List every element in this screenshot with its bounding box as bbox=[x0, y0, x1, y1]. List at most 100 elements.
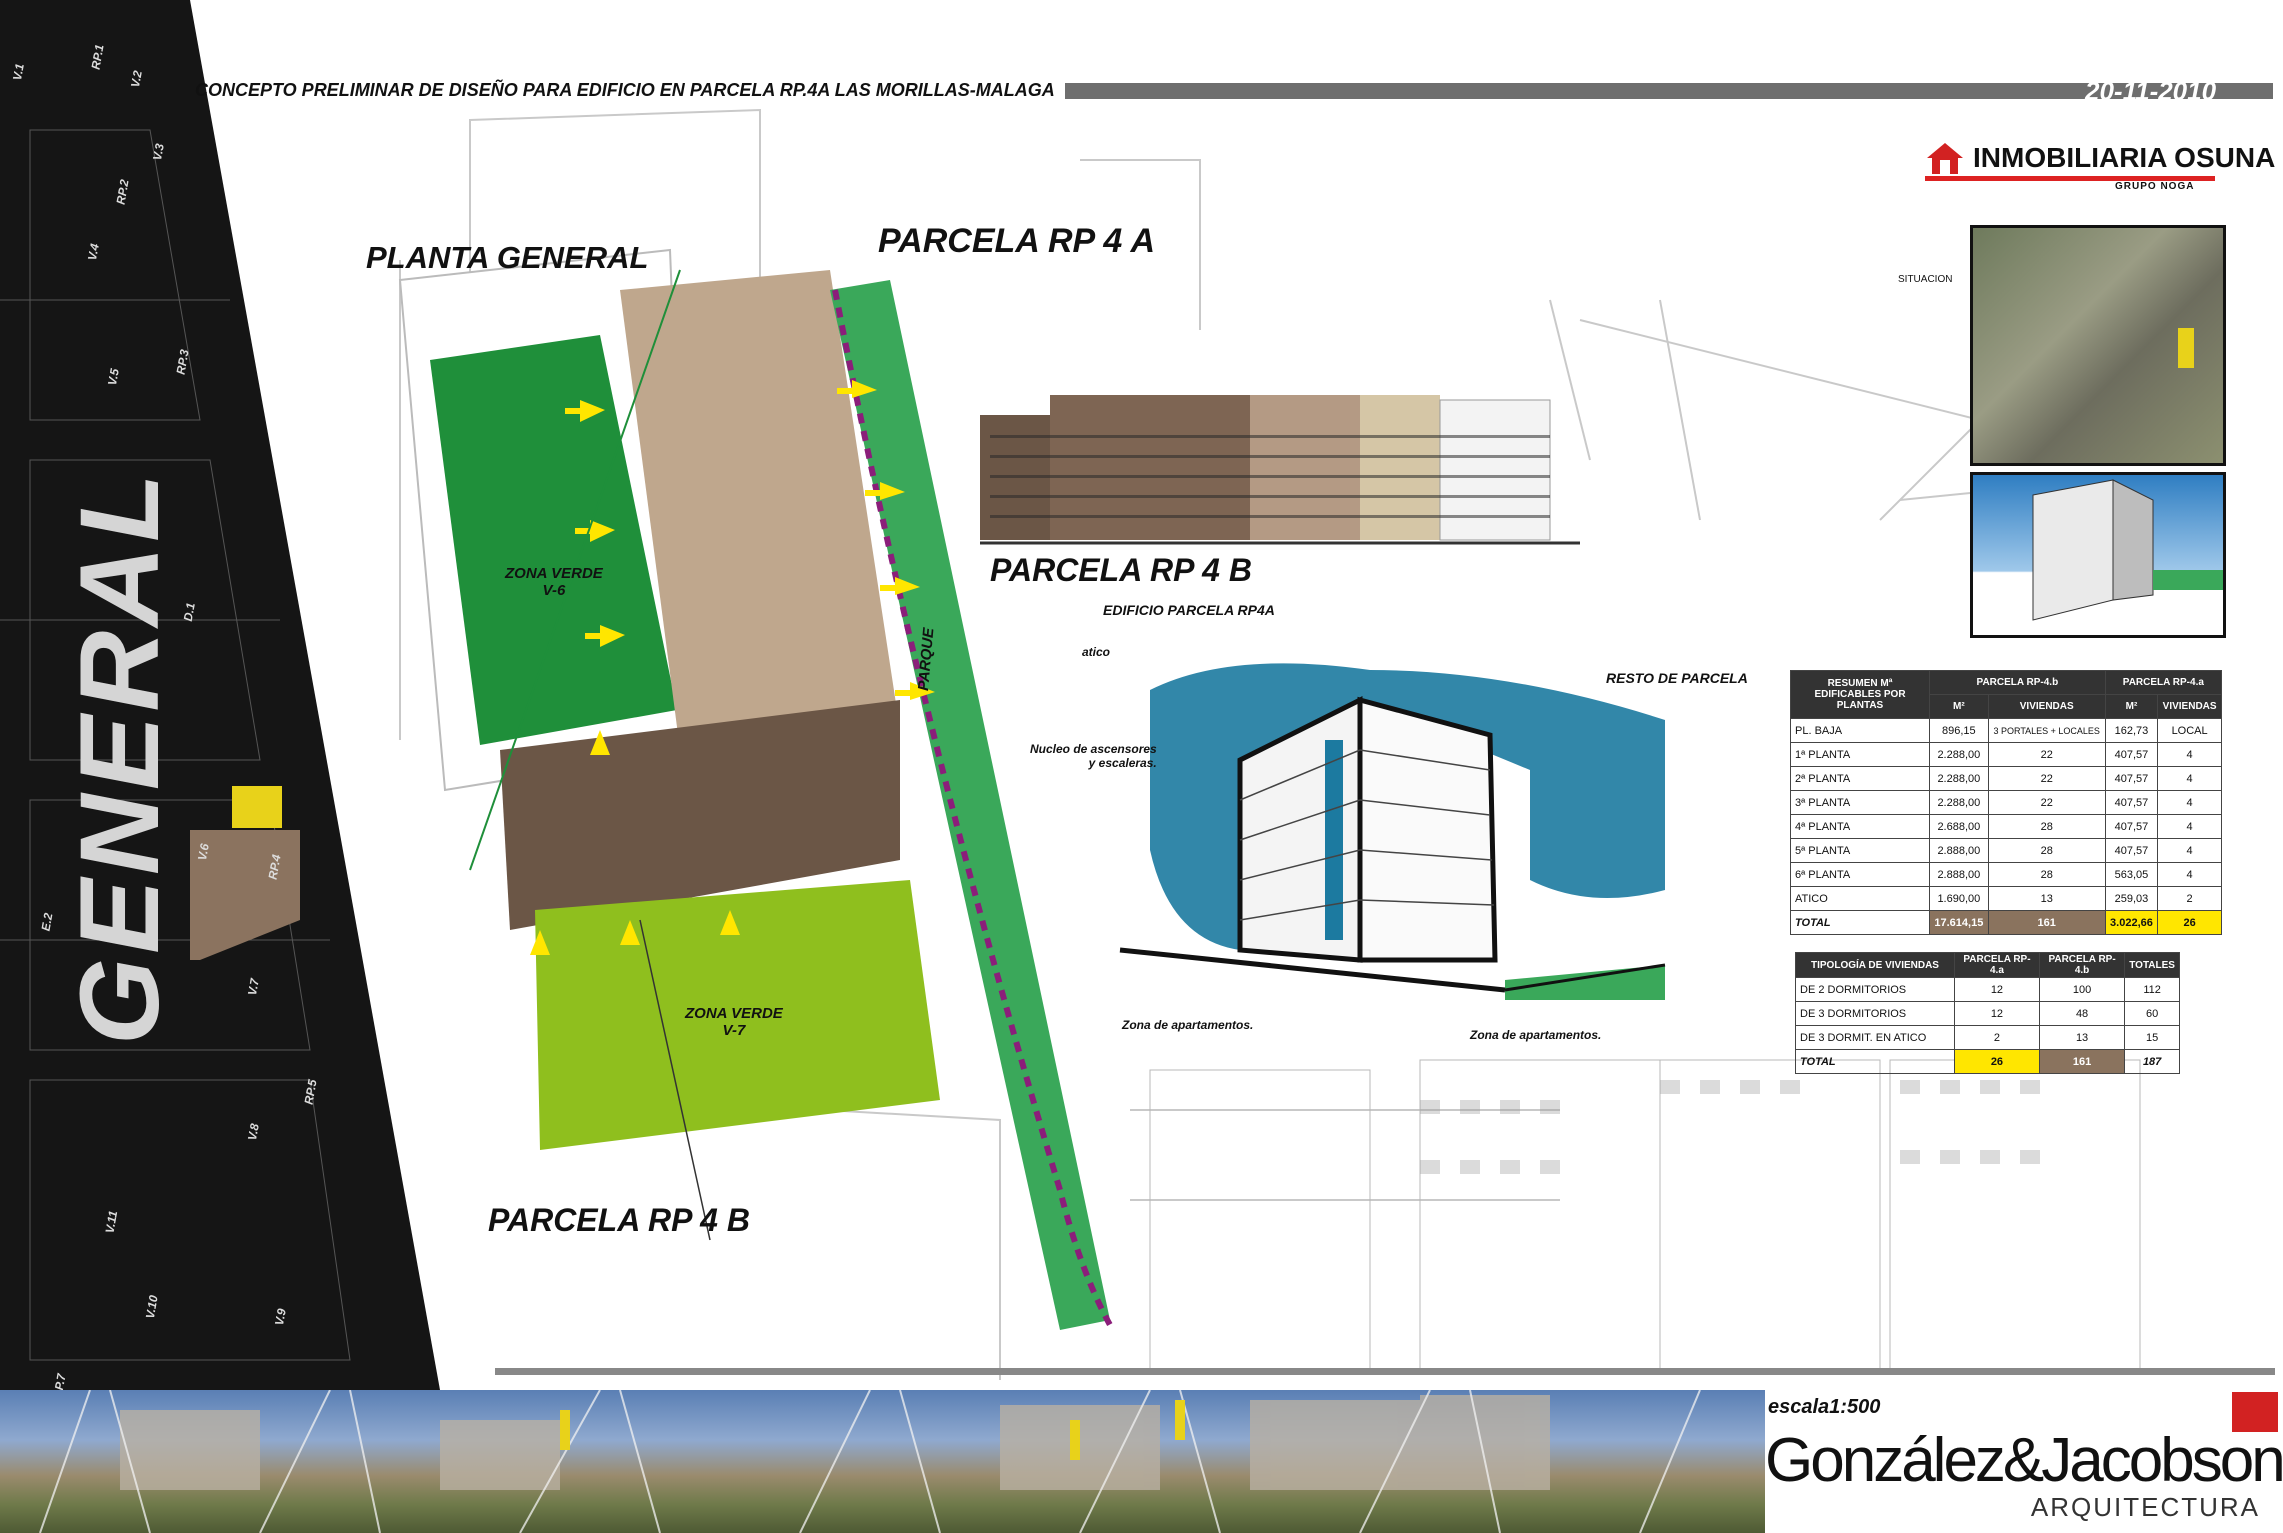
summary-header-group-a: PARCELA RP-4.a bbox=[2104, 670, 2223, 695]
parcela-rp4b-label-bottom: PARCELA RP 4 B bbox=[488, 1202, 750, 1238]
summary-cell-label: 3ª PLANTA bbox=[1790, 790, 1930, 815]
summary-cell-a-m2: 407,57 bbox=[2104, 814, 2159, 839]
site-photo-strip bbox=[0, 1390, 1765, 1533]
summary-cell-b-m2: 2.288,00 bbox=[1929, 766, 1989, 791]
typology-total-label: TOTAL bbox=[1795, 1049, 1955, 1074]
sketch-nucleo-line2: y escaleras. bbox=[1088, 756, 1157, 770]
zona-verde-v6-label: ZONA VERDE V-6 bbox=[505, 565, 603, 599]
summary-table: RESUMEN Mª EDIFICABLES POR PLANTAS PARCE… bbox=[1790, 670, 2223, 935]
side-big-label: GENERAL bbox=[57, 469, 182, 1045]
summary-cell-b-m2: 1.690,00 bbox=[1929, 886, 1989, 911]
summary-cell-label: 6ª PLANTA bbox=[1790, 862, 1930, 887]
typology-cell-t: 15 bbox=[2124, 1025, 2180, 1050]
sketch-nucleo-line1: Nucleo de ascensores bbox=[1030, 742, 1157, 756]
brand-subtitle: GRUPO NOGA bbox=[2115, 181, 2195, 192]
parcel-label-p7: P.7 bbox=[51, 1372, 69, 1392]
sketch-perspective bbox=[1119, 663, 1666, 1000]
summary-total-b-viv: 161 bbox=[1987, 910, 2106, 935]
brand-name: INMOBILIARIA OSUNA bbox=[1973, 142, 2276, 173]
typology-cell-a: 2 bbox=[1954, 1025, 2040, 1050]
sketch-atico-label: atico bbox=[1082, 645, 1111, 659]
typology-total-b: 161 bbox=[2038, 1049, 2126, 1074]
summary-cell-a-m2: 407,57 bbox=[2104, 742, 2159, 767]
zone-label-v4: V.4 bbox=[85, 242, 102, 262]
situation-map bbox=[1970, 225, 2226, 466]
typology-total-a: 26 bbox=[1954, 1049, 2040, 1074]
typology-table: TIPOLOGÍA DE VIVIENDAS PARCELA RP-4.a PA… bbox=[1795, 952, 2180, 1074]
typology-col-tot: TOTALES bbox=[2124, 952, 2180, 978]
summary-cell-a-m2: 407,57 bbox=[2104, 766, 2159, 791]
zona-verde-v7-line1: ZONA VERDE bbox=[685, 1005, 783, 1022]
typology-cell-b: 13 bbox=[2038, 1025, 2126, 1050]
firm-logo: González&Jacobson ARQUITECTURA bbox=[1765, 1430, 2283, 1523]
summary-row: ATICO 1.690,00 13 259,03 2 bbox=[1790, 886, 2222, 911]
summary-row: 4ª PLANTA 2.688,00 28 407,57 4 bbox=[1790, 814, 2222, 839]
summary-cell-b-viv: 28 bbox=[1987, 862, 2106, 887]
summary-col-a-viv: VIVIENDAS bbox=[2157, 694, 2222, 719]
typology-row: DE 3 DORMIT. EN ATICO 2 13 15 bbox=[1795, 1025, 2180, 1050]
summary-cell-b-viv: 3 PORTALES + LOCALES bbox=[1987, 718, 2106, 743]
planta-general-label: PLANTA GENERAL bbox=[366, 240, 649, 275]
typology-cell-a: 12 bbox=[1954, 1001, 2040, 1026]
brand-logo: INMOBILIARIA OSUNA GRUPO NOGA bbox=[1925, 140, 2275, 192]
summary-total-b-m2: 17.614,15 bbox=[1929, 910, 1989, 935]
summary-cell-b-m2: 2.888,00 bbox=[1929, 838, 1989, 863]
summary-header-group-b: PARCELA RP-4.b bbox=[1929, 670, 2106, 695]
summary-cell-a-m2: 563,05 bbox=[2104, 862, 2159, 887]
typology-cell-t: 60 bbox=[2124, 1001, 2180, 1026]
summary-cell-a-viv: 4 bbox=[2157, 766, 2222, 791]
typology-col-a: PARCELA RP-4.a bbox=[1954, 952, 2040, 978]
summary-cell-a-viv: 4 bbox=[2157, 838, 2222, 863]
summary-cell-a-viv: 4 bbox=[2157, 742, 2222, 767]
summary-cell-b-viv: 28 bbox=[1987, 838, 2106, 863]
typology-row: DE 3 DORMITORIOS 12 48 60 bbox=[1795, 1001, 2180, 1026]
typology-cell-t: 112 bbox=[2124, 977, 2180, 1002]
zona-verde-v7-label: ZONA VERDE V-7 bbox=[685, 1005, 783, 1039]
summary-cell-b-viv: 22 bbox=[1987, 790, 2106, 815]
zone-label-v6: V.6 bbox=[195, 842, 212, 862]
zone-label-v3: V.3 bbox=[150, 142, 167, 162]
summary-col-b-m2: M² bbox=[1929, 694, 1989, 719]
zone-label-v8: V.8 bbox=[245, 1122, 262, 1142]
summary-cell-b-m2: 2.888,00 bbox=[1929, 862, 1989, 887]
sketch-resto-label: RESTO DE PARCELA bbox=[1606, 670, 1748, 686]
summary-row: 2ª PLANTA 2.288,00 22 407,57 4 bbox=[1790, 766, 2222, 791]
summary-cell-a-m2: 407,57 bbox=[2104, 790, 2159, 815]
typology-cell-label: DE 3 DORMITORIOS bbox=[1795, 1001, 1955, 1026]
summary-cell-b-m2: 2.688,00 bbox=[1929, 814, 1989, 839]
summary-cell-label: 5ª PLANTA bbox=[1790, 838, 1930, 863]
summary-cell-a-viv: 4 bbox=[2157, 814, 2222, 839]
zone-label-v2: V.2 bbox=[128, 69, 145, 89]
summary-row: 1ª PLANTA 2.288,00 22 407,57 4 bbox=[1790, 742, 2222, 767]
sketch-apart-left-label: Zona de apartamentos. bbox=[1122, 1018, 1254, 1032]
summary-total-a-viv: 26 bbox=[2157, 910, 2222, 935]
zone-label-v9: V.9 bbox=[272, 1307, 289, 1327]
summary-cell-label: 2ª PLANTA bbox=[1790, 766, 1930, 791]
summary-cell-a-viv: 4 bbox=[2157, 862, 2222, 887]
typology-cell-label: DE 3 DORMIT. EN ATICO bbox=[1795, 1025, 1955, 1050]
summary-cell-label: ATICO bbox=[1790, 886, 1930, 911]
summary-cell-label: 4ª PLANTA bbox=[1790, 814, 1930, 839]
typology-col-b: PARCELA RP-4.b bbox=[2038, 952, 2126, 978]
zone-label-v5: V.5 bbox=[105, 367, 122, 387]
typology-cell-label: DE 2 DORMITORIOS bbox=[1795, 977, 1955, 1002]
summary-cell-a-viv: 2 bbox=[2157, 886, 2222, 911]
summary-cell-a-viv: 4 bbox=[2157, 790, 2222, 815]
summary-row: 5ª PLANTA 2.888,00 28 407,57 4 bbox=[1790, 838, 2222, 863]
zone-label-v7: V.7 bbox=[245, 977, 262, 997]
summary-col-b-viv: VIVIENDAS bbox=[1987, 694, 2106, 719]
summary-cell-label: PL. BAJA bbox=[1790, 718, 1930, 743]
zona-verde-v7-line2: V-7 bbox=[722, 1022, 746, 1039]
sketch-nucleo-label: Nucleo de ascensores y escaleras. bbox=[1030, 742, 1157, 770]
scale-label: escala1:500 bbox=[1768, 1396, 1881, 1418]
summary-cell-b-viv: 22 bbox=[1987, 766, 2106, 791]
zona-verde-v6-line2: V-6 bbox=[542, 582, 566, 599]
typology-cell-a: 12 bbox=[1954, 977, 2040, 1002]
summary-cell-b-viv: 28 bbox=[1987, 814, 2106, 839]
render-3d bbox=[1970, 472, 2226, 638]
summary-cell-b-m2: 2.288,00 bbox=[1929, 790, 1989, 815]
summary-cell-a-m2: 407,57 bbox=[2104, 838, 2159, 863]
summary-row: 3ª PLANTA 2.288,00 22 407,57 4 bbox=[1790, 790, 2222, 815]
summary-cell-a-viv: LOCAL bbox=[2157, 718, 2222, 743]
parcela-rp4b-label-top: PARCELA RP 4 B bbox=[990, 552, 1252, 588]
